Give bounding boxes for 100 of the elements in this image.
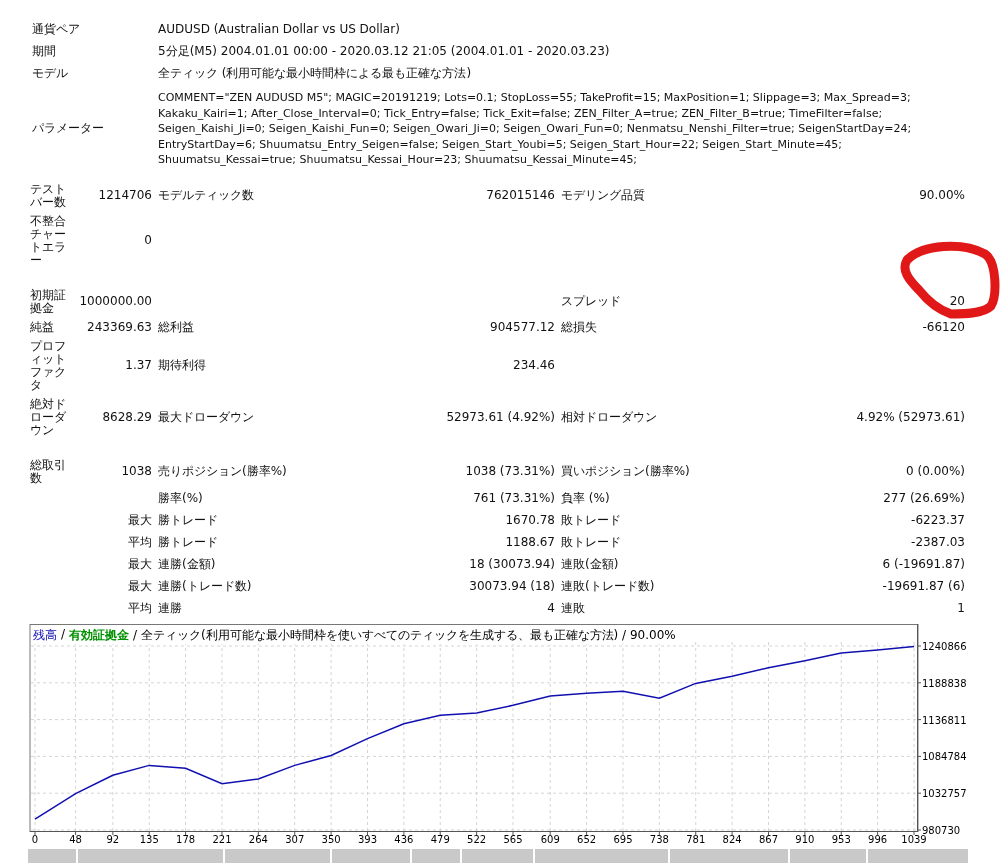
field-value: AUDUSD (Australian Dollar vs US Dollar) (158, 22, 400, 36)
y-tick-label: 1136811 (922, 714, 967, 726)
field-label: モデル (32, 64, 69, 82)
stat-value: -19691.87 (6) (882, 579, 965, 593)
parameters-text: COMMENT="ZEN AUDUSD M5"; MAGIC=20191219; Lots=0.1; StopLoss=55; TakeProfit=15; MaxPosition=1; Slippage=3; Max_Spread=3; Kakaku_Kairi=1; After_Close_Interval=0; Tick_Entry=false; Tick_Exit=false; ZEN_Filter_A=true; ZEN_Filter_B=true; TimeFilter=false; Seigen_Kaishi_Ji=0; Seigen_Kaishi_Fun=0; Seigen_Owari_Ji=0; Seigen_Owari_Fun=0; Nenmatsu_Nenshi_Filter=true; SeigenStartDay=24; EntryStartDay=6; Shuumatsu_Entry_Seigen=false; Seigen_Start_Youbi=5; Seigen_Start_Hour=22; Seigen_Start_Minute=45; Shuumatsu_Kessai=true; Shuumatsu_Kessai_Hour=23; Shuumatsu_Kessai_Minute=45; (158, 90, 912, 168)
field-label: パラメーター (32, 120, 105, 138)
stat-value: 最大 (128, 513, 152, 527)
field-value: 全ティック (利用可能な最小時間枠による最も正確な方法) (158, 64, 472, 82)
stat-value: -6223.37 (911, 513, 965, 527)
x-tick-label: 695 (613, 833, 633, 845)
field-label: 通貨ペア (32, 20, 81, 38)
stat-label: 連敗 (561, 601, 585, 615)
stat-value: -66120 (922, 319, 965, 334)
stat-label: 敗トレード (561, 513, 621, 527)
legend-text: / (61, 626, 66, 643)
y-tick-label: 1188838 (922, 677, 967, 689)
stat-value: 4.92% (52973.61) (856, 409, 965, 424)
stat-value: 20 (949, 294, 965, 308)
x-tick-label: 178 (176, 833, 196, 845)
x-tick-label: 824 (722, 833, 742, 845)
x-tick-label: 393 (357, 833, 378, 845)
stat-value: 6 (-19691.87) (882, 557, 965, 571)
legend-text: 残高 (33, 626, 57, 644)
x-tick-label: 92 (106, 833, 120, 845)
stat-value: 1.37 (125, 358, 152, 372)
x-tick-label: 565 (503, 833, 523, 845)
stat-value: 1 (957, 601, 965, 615)
x-tick-label: 522 (467, 833, 487, 845)
stat-value: 1038 (121, 464, 152, 478)
stat-label: 連敗(トレード数) (561, 579, 655, 593)
y-tick-label: 1084784 (922, 750, 967, 762)
field-value: 5分足(M5) 2004.01.01 00:00 - 2020.03.12 21:05 (2004.01.01 - 2020.03.23) (158, 42, 610, 60)
stat-label: 総利益 (158, 319, 194, 334)
stat-label: 連勝 (158, 601, 182, 615)
x-tick-label: 910 (795, 833, 815, 845)
x-tick-label: 221 (212, 833, 232, 845)
stat-value: 1670.78 (505, 513, 555, 527)
stat-label: 買いポジション(勝率%) (561, 464, 690, 478)
stat-value: 90.00% (919, 188, 965, 202)
x-tick-label: 307 (285, 833, 305, 845)
x-tick-label: 652 (577, 833, 597, 845)
stat-label: 初期証拠金 (30, 287, 66, 315)
stat-label: スプレッド (561, 294, 621, 308)
stat-value: 30073.94 (18) (469, 579, 555, 593)
stat-value: 平均 (128, 601, 152, 615)
stat-label: 期待利得 (158, 358, 206, 372)
stat-label: 連勝(金額) (158, 557, 216, 571)
stat-label: プロフィットファクタ (30, 338, 66, 392)
stat-label: 売りポジション(勝率%) (158, 464, 287, 478)
stat-label: 不整合チャートエラー (30, 213, 66, 267)
stat-label: 敗トレード (561, 535, 621, 549)
x-tick-label: 781 (686, 833, 706, 845)
stat-value: 0 (144, 233, 152, 247)
y-tick-label: 1240866 (922, 640, 967, 652)
stat-value: 8628.29 (102, 409, 152, 424)
stat-value: 761 (73.31%) (473, 491, 555, 505)
stat-label: モデリング品質 (561, 188, 645, 202)
stat-label: 相対ドローダウン (561, 409, 657, 424)
x-tick-label: 436 (394, 833, 414, 845)
stat-value: 最大 (128, 579, 152, 593)
x-tick-label: 1039 (901, 833, 927, 845)
stat-value: 1214706 (98, 188, 152, 202)
x-tick-label: 0 (31, 833, 39, 845)
stat-label: 連勝(トレード数) (158, 579, 252, 593)
stat-label: 勝トレード (158, 535, 218, 549)
stat-value: 18 (30073.94) (469, 557, 555, 571)
stat-label: 勝トレード (158, 513, 218, 527)
y-tick-label: 1032757 (922, 787, 967, 799)
stat-value: 0 (0.00%) (906, 464, 965, 478)
stat-value: 1038 (73.31%) (465, 464, 555, 478)
stat-label: モデルティック数 (158, 188, 254, 202)
stat-value: 52973.61 (4.92%) (446, 409, 555, 424)
stat-value: 平均 (128, 535, 152, 549)
x-tick-label: 609 (540, 833, 560, 845)
stat-label: 総取引数 (30, 457, 66, 485)
x-tick-label: 135 (139, 833, 159, 845)
stat-value: 762015146 (486, 188, 555, 202)
stat-value: 243369.63 (87, 319, 152, 334)
y-tick-label: 980730 (922, 824, 961, 836)
stat-value: 1000000.00 (79, 294, 152, 308)
stat-label: 最大ドローダウン (158, 409, 254, 424)
stat-value: 277 (26.69%) (883, 491, 965, 505)
x-tick-label: 738 (649, 833, 669, 845)
x-tick-label: 953 (831, 833, 851, 845)
stat-value: 1188.67 (505, 535, 555, 549)
stat-value: -2387.03 (911, 535, 965, 549)
x-tick-label: 48 (69, 833, 82, 845)
stat-label: 勝率(%) (158, 491, 203, 505)
x-tick-label: 996 (868, 833, 888, 845)
stat-label: テストバー数 (30, 181, 66, 209)
x-tick-label: 867 (758, 833, 779, 845)
stat-label: 総損失 (561, 319, 597, 334)
stat-label: 連敗(金額) (561, 557, 619, 571)
stat-label: 純益 (30, 319, 54, 334)
legend-text: 有効証拠金 (69, 626, 130, 644)
stat-label: 負率 (%) (561, 491, 610, 505)
stat-label: 絶対ドローダウン (30, 396, 66, 437)
stat-value: 最大 (128, 557, 152, 571)
x-tick-label: 350 (321, 833, 341, 845)
field-label: 期間 (32, 42, 57, 60)
